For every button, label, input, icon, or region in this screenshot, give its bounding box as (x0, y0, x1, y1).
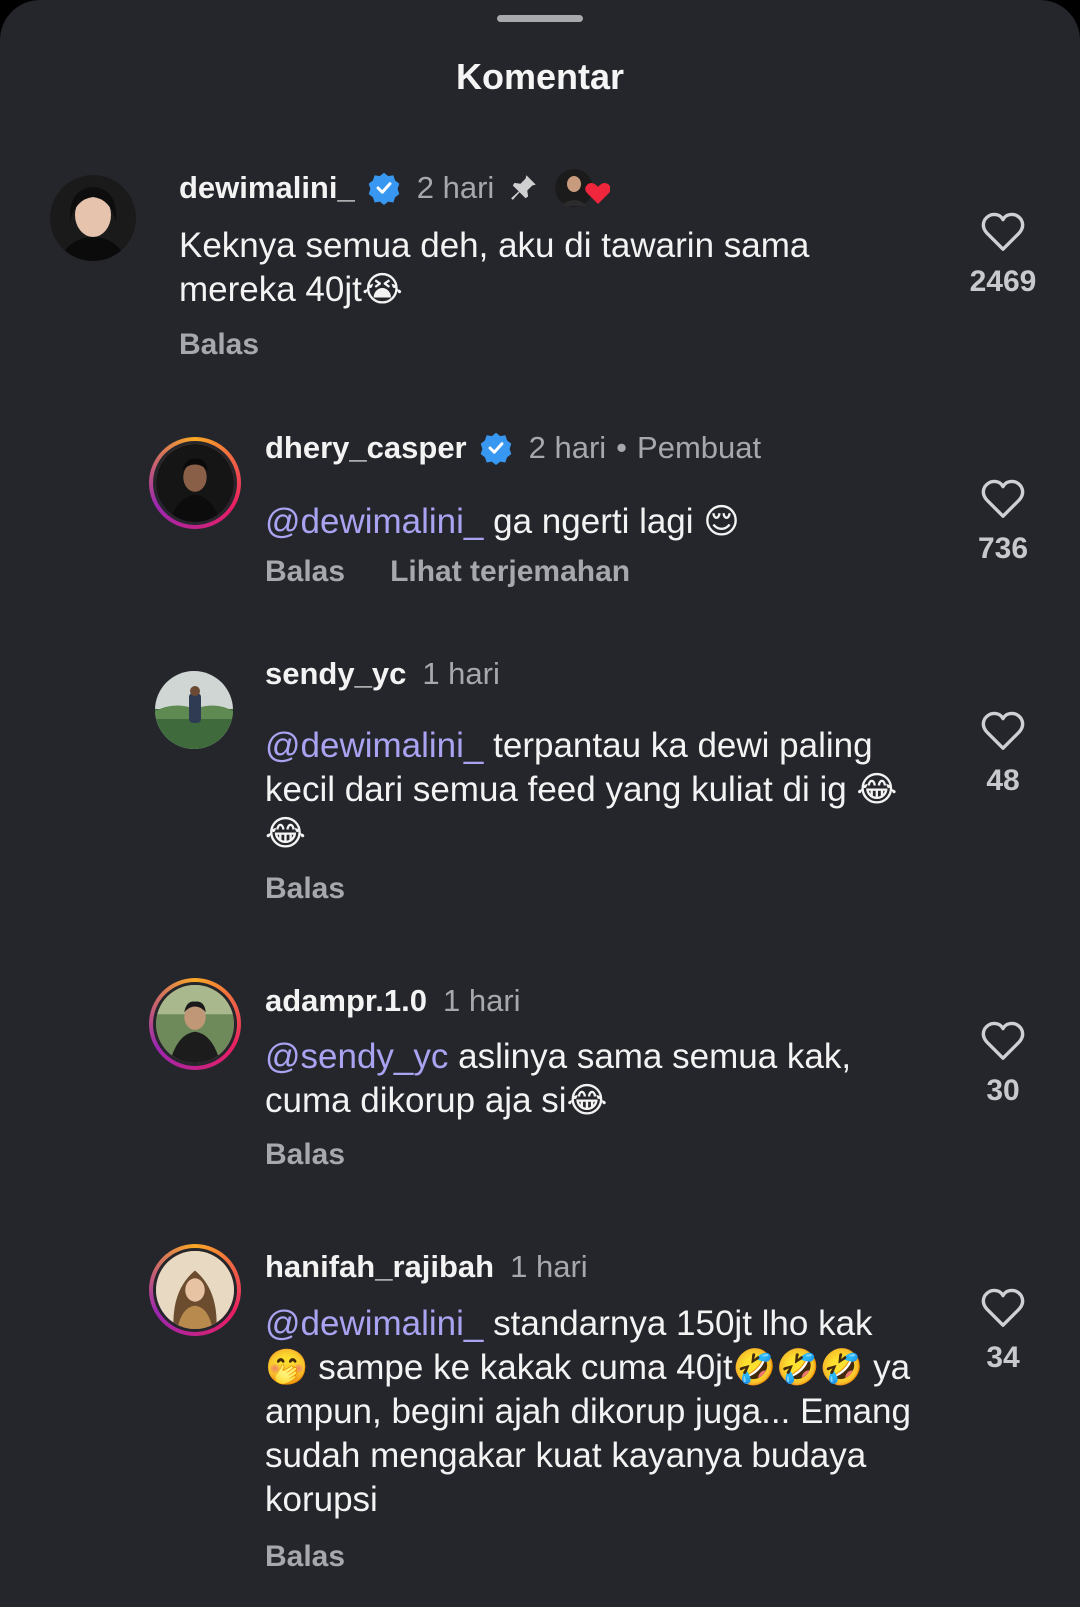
drag-handle[interactable] (497, 15, 583, 22)
like-count: 48 (986, 764, 1020, 797)
heart-icon[interactable] (980, 211, 1026, 253)
see-translation-button[interactable]: Lihat terjemahan (390, 555, 630, 589)
verified-badge-icon (368, 172, 400, 205)
comment-username[interactable]: dewimalini_ (179, 170, 355, 206)
comment-body: ga ngerti lagi 😌 (493, 502, 740, 541)
comment-username[interactable]: adampr.1.0 (265, 983, 427, 1019)
reply-button[interactable]: Balas (265, 1540, 345, 1574)
reply-button[interactable]: Balas (265, 872, 345, 906)
comment-username[interactable]: sendy_yc (265, 656, 406, 692)
like-count: 30 (986, 1074, 1020, 1107)
heart-icon[interactable] (980, 710, 1026, 752)
reply-button[interactable]: Balas (265, 555, 345, 589)
reply-button[interactable]: Balas (265, 1138, 345, 1172)
heart-icon[interactable] (980, 1020, 1026, 1062)
heart-icon[interactable] (980, 1287, 1026, 1329)
pin-icon (511, 175, 537, 200)
mention-link[interactable]: @dewimalini_ (265, 726, 483, 765)
like-count: 34 (986, 1341, 1020, 1374)
comment-text: @dewimalini_ standarnya 150jt lho kak🤭 s… (265, 1302, 915, 1522)
mention-link[interactable]: @sendy_yc (265, 1037, 448, 1076)
avatar[interactable] (149, 1244, 241, 1336)
reply-button[interactable]: Balas (179, 328, 259, 362)
verified-badge-icon (480, 432, 511, 465)
avatar[interactable] (50, 175, 136, 261)
comment-text: @sendy_yc aslinya sama semua kak, cuma d… (265, 1035, 915, 1123)
avatar[interactable] (149, 978, 241, 1070)
creator-liked-icon (554, 166, 612, 210)
comment-time: 2 hari (528, 430, 607, 465)
mention-link[interactable]: @dewimalini_ (265, 1304, 483, 1343)
comments-sheet: Komentar dewimalini_ 2 hari Keknya semua… (0, 0, 1080, 1607)
mention-link[interactable]: @dewimalini_ (265, 502, 483, 541)
avatar[interactable] (155, 671, 233, 749)
comment-username[interactable]: dhery_casper (265, 430, 467, 466)
comment-time: 2 hari (416, 170, 495, 205)
comment-text: @dewimalini_ ga ngerti lagi 😌 (265, 500, 905, 544)
avatar[interactable] (149, 437, 241, 529)
sheet-title: Komentar (455, 56, 625, 97)
comment-text: @dewimalini_ terpantau ka dewi paling ke… (265, 724, 905, 856)
heart-icon[interactable] (980, 478, 1026, 520)
like-count: 2469 (969, 265, 1037, 298)
comment-time: 1 hari (442, 983, 521, 1018)
comment-username[interactable]: hanifah_rajibah (265, 1249, 494, 1285)
comment-time: 1 hari (422, 656, 500, 691)
comment-time: 1 hari (510, 1249, 588, 1284)
separator-dot: • (616, 430, 628, 465)
creator-label: Pembuat (637, 430, 762, 465)
comment-text: Keknya semua deh, aku di tawarin sama me… (179, 226, 810, 309)
like-count: 736 (977, 532, 1029, 565)
